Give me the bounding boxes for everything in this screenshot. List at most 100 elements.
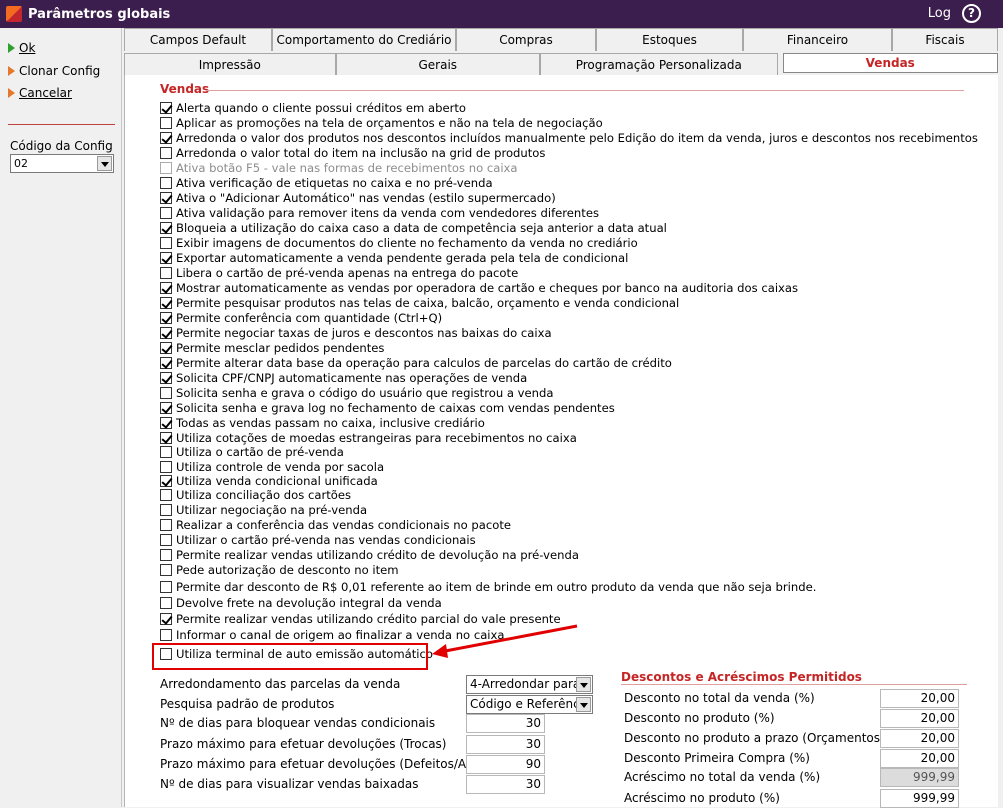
option-checkbox[interactable] bbox=[160, 475, 172, 487]
option-row[interactable]: Permite pesquisar produtos nas telas de … bbox=[160, 296, 679, 310]
field-input[interactable]: 30 bbox=[466, 775, 545, 794]
option-row[interactable]: Libera o cartão de pré-venda apenas na e… bbox=[160, 266, 518, 280]
option-row[interactable]: Exportar automaticamente a venda pendent… bbox=[160, 251, 628, 265]
option-row[interactable]: Solicita senha e grava log no fechamento… bbox=[160, 401, 615, 415]
option-checkbox[interactable] bbox=[160, 597, 172, 609]
config-code-select[interactable]: 02 bbox=[10, 154, 114, 173]
option-row[interactable]: Permite dar desconto de R$ 0,01 referent… bbox=[160, 580, 816, 594]
option-row[interactable]: Bloqueia a utilização do caixa caso a da… bbox=[160, 221, 667, 235]
option-checkbox[interactable] bbox=[160, 297, 172, 309]
option-checkbox[interactable] bbox=[160, 132, 172, 144]
option-checkbox[interactable] bbox=[160, 357, 172, 369]
option-row[interactable]: Ativa o "Adicionar Automático" nas venda… bbox=[160, 191, 556, 205]
option-row[interactable]: Utiliza controle de venda por sacola bbox=[160, 460, 384, 474]
tab-campos-default[interactable]: Campos Default bbox=[124, 28, 272, 51]
tab-comportamento-crediario[interactable]: Comportamento do Crediário bbox=[272, 28, 456, 51]
option-row[interactable]: Permite alterar data base da operação pa… bbox=[160, 356, 672, 370]
option-checkbox[interactable] bbox=[160, 252, 172, 264]
field-select[interactable]: 4-Arredondar para 1 bbox=[466, 675, 593, 694]
option-checkbox[interactable] bbox=[160, 417, 172, 429]
option-row[interactable]: Permite mesclar pedidos pendentes bbox=[160, 341, 384, 355]
option-checkbox[interactable] bbox=[160, 549, 172, 561]
option-checkbox[interactable] bbox=[160, 489, 172, 501]
option-row[interactable]: Realizar a conferência das vendas condic… bbox=[160, 518, 511, 532]
tab-impressao[interactable]: Impressão bbox=[124, 53, 336, 76]
ok-button[interactable]: Ok bbox=[8, 41, 35, 55]
option-checkbox[interactable] bbox=[160, 282, 172, 294]
discount-input[interactable]: 20,00 bbox=[880, 709, 959, 728]
option-checkbox[interactable] bbox=[160, 461, 172, 473]
option-row[interactable]: Alerta quando o cliente possui créditos … bbox=[160, 101, 466, 115]
option-row[interactable]: Ativa botão F5 - vale nas formas de rece… bbox=[160, 161, 518, 175]
option-checkbox[interactable] bbox=[160, 117, 172, 129]
option-checkbox[interactable] bbox=[160, 177, 172, 189]
option-checkbox[interactable] bbox=[160, 504, 172, 516]
field-input[interactable]: 30 bbox=[466, 735, 545, 754]
option-row[interactable]: Arredonda o valor total do item na inclu… bbox=[160, 146, 545, 160]
option-row[interactable]: Permite negociar taxas de juros e descon… bbox=[160, 326, 552, 340]
option-row[interactable]: Solicita senha e grava o código do usuár… bbox=[160, 386, 553, 400]
tab-programacao-personalizada[interactable]: Programação Personalizada bbox=[540, 53, 778, 76]
tab-estoques[interactable]: Estoques bbox=[596, 28, 743, 51]
option-row[interactable]: Utiliza venda condicional unificada bbox=[160, 474, 378, 488]
option-row[interactable]: Utiliza conciliação dos cartões bbox=[160, 488, 351, 502]
option-checkbox[interactable] bbox=[160, 519, 172, 531]
option-row[interactable]: Mostrar automaticamente as vendas por op… bbox=[160, 281, 798, 295]
option-checkbox[interactable] bbox=[160, 192, 172, 204]
discount-input[interactable]: 20,00 bbox=[880, 749, 959, 768]
tab-compras[interactable]: Compras bbox=[456, 28, 596, 51]
option-checkbox[interactable] bbox=[160, 402, 172, 414]
discount-input[interactable]: 20,00 bbox=[880, 729, 959, 748]
option-checkbox[interactable] bbox=[160, 581, 172, 593]
option-row[interactable]: Utiliza cotações de moedas estrangeiras … bbox=[160, 431, 577, 445]
tab-vendas[interactable]: Vendas bbox=[782, 53, 998, 73]
help-icon[interactable]: ? bbox=[962, 4, 981, 23]
option-row[interactable]: Exibir imagens de documentos do cliente … bbox=[160, 236, 638, 250]
option-row[interactable]: Ativa validação para remover itens da ve… bbox=[160, 206, 599, 220]
option-row[interactable]: Permite realizar vendas utilizando crédi… bbox=[160, 548, 579, 562]
option-row[interactable]: Permite conferência com quantidade (Ctrl… bbox=[160, 311, 442, 325]
option-row[interactable]: Ativa verificação de etiquetas no caixa … bbox=[160, 176, 493, 190]
field-input[interactable]: 90 bbox=[466, 755, 545, 774]
tab-financeiro[interactable]: Financeiro bbox=[743, 28, 892, 51]
option-checkbox[interactable] bbox=[160, 237, 172, 249]
chevron-down-icon[interactable] bbox=[576, 697, 591, 712]
tab-gerais[interactable]: Gerais bbox=[335, 53, 541, 76]
option-checkbox[interactable] bbox=[160, 267, 172, 279]
option-checkbox[interactable] bbox=[160, 432, 172, 444]
chevron-down-icon[interactable] bbox=[97, 156, 112, 171]
option-row[interactable]: Pede autorização de desconto no item bbox=[160, 563, 399, 577]
field-select[interactable]: Código e Referência bbox=[466, 695, 593, 714]
tab-fiscais[interactable]: Fiscais bbox=[892, 28, 998, 51]
option-checkbox[interactable] bbox=[160, 102, 172, 114]
option-checkbox[interactable] bbox=[160, 387, 172, 399]
option-row[interactable]: Devolve frete na devolução integral da v… bbox=[160, 596, 442, 610]
option-row[interactable]: Aplicar as promoções na tela de orçament… bbox=[160, 116, 603, 130]
option-checkbox[interactable] bbox=[160, 564, 172, 576]
option-checkbox[interactable] bbox=[160, 534, 172, 546]
option-checkbox[interactable] bbox=[160, 162, 172, 174]
field-input[interactable]: 30 bbox=[466, 714, 545, 733]
discount-input[interactable]: 999,99 bbox=[880, 789, 959, 808]
option-checkbox[interactable] bbox=[160, 613, 172, 625]
option-checkbox[interactable] bbox=[160, 207, 172, 219]
option-checkbox[interactable] bbox=[160, 372, 172, 384]
option-row[interactable]: Utilizar negociação na pré-venda bbox=[160, 503, 367, 517]
chevron-down-icon[interactable] bbox=[576, 677, 591, 692]
option-row[interactable]: Utilizar o cartão pré-venda nas vendas c… bbox=[160, 533, 476, 547]
option-row[interactable]: Arredonda o valor dos produtos nos desco… bbox=[160, 131, 978, 145]
log-link[interactable]: Log bbox=[928, 6, 951, 21]
option-checkbox[interactable] bbox=[160, 222, 172, 234]
option-checkbox[interactable] bbox=[160, 312, 172, 324]
cancel-button[interactable]: Cancelar bbox=[8, 86, 72, 100]
clone-config-button[interactable]: Clonar Config bbox=[8, 64, 100, 78]
option-checkbox[interactable] bbox=[160, 342, 172, 354]
option-row[interactable]: Solicita CPF/CNPJ automaticamente nas op… bbox=[160, 371, 527, 385]
option-checkbox[interactable] bbox=[160, 327, 172, 339]
option-checkbox[interactable] bbox=[160, 147, 172, 159]
option-row[interactable]: Todas as vendas passam no caixa, inclusi… bbox=[160, 416, 485, 430]
option-checkbox[interactable] bbox=[160, 446, 172, 458]
option-row[interactable]: Utiliza o cartão de pré-venda bbox=[160, 445, 344, 459]
option-checkbox[interactable] bbox=[160, 629, 172, 641]
discount-input[interactable]: 20,00 bbox=[880, 689, 959, 708]
